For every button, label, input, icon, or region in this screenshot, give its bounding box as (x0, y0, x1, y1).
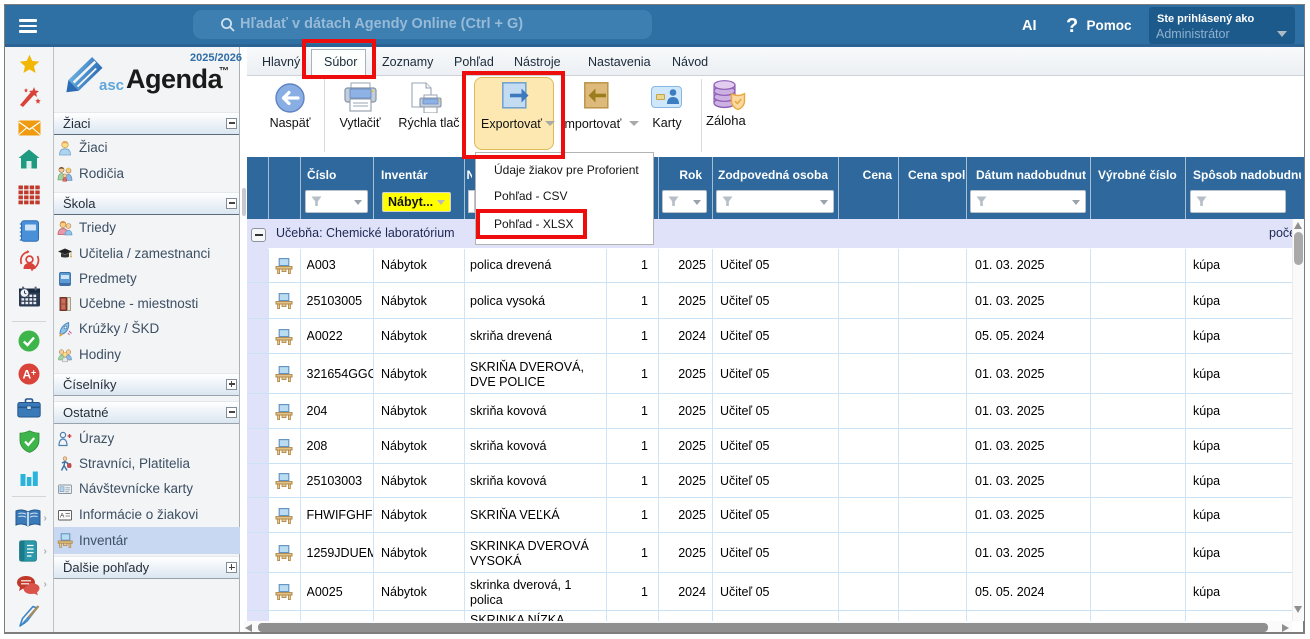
svg-text:A: A (60, 513, 65, 520)
svg-text:+: + (31, 368, 36, 378)
